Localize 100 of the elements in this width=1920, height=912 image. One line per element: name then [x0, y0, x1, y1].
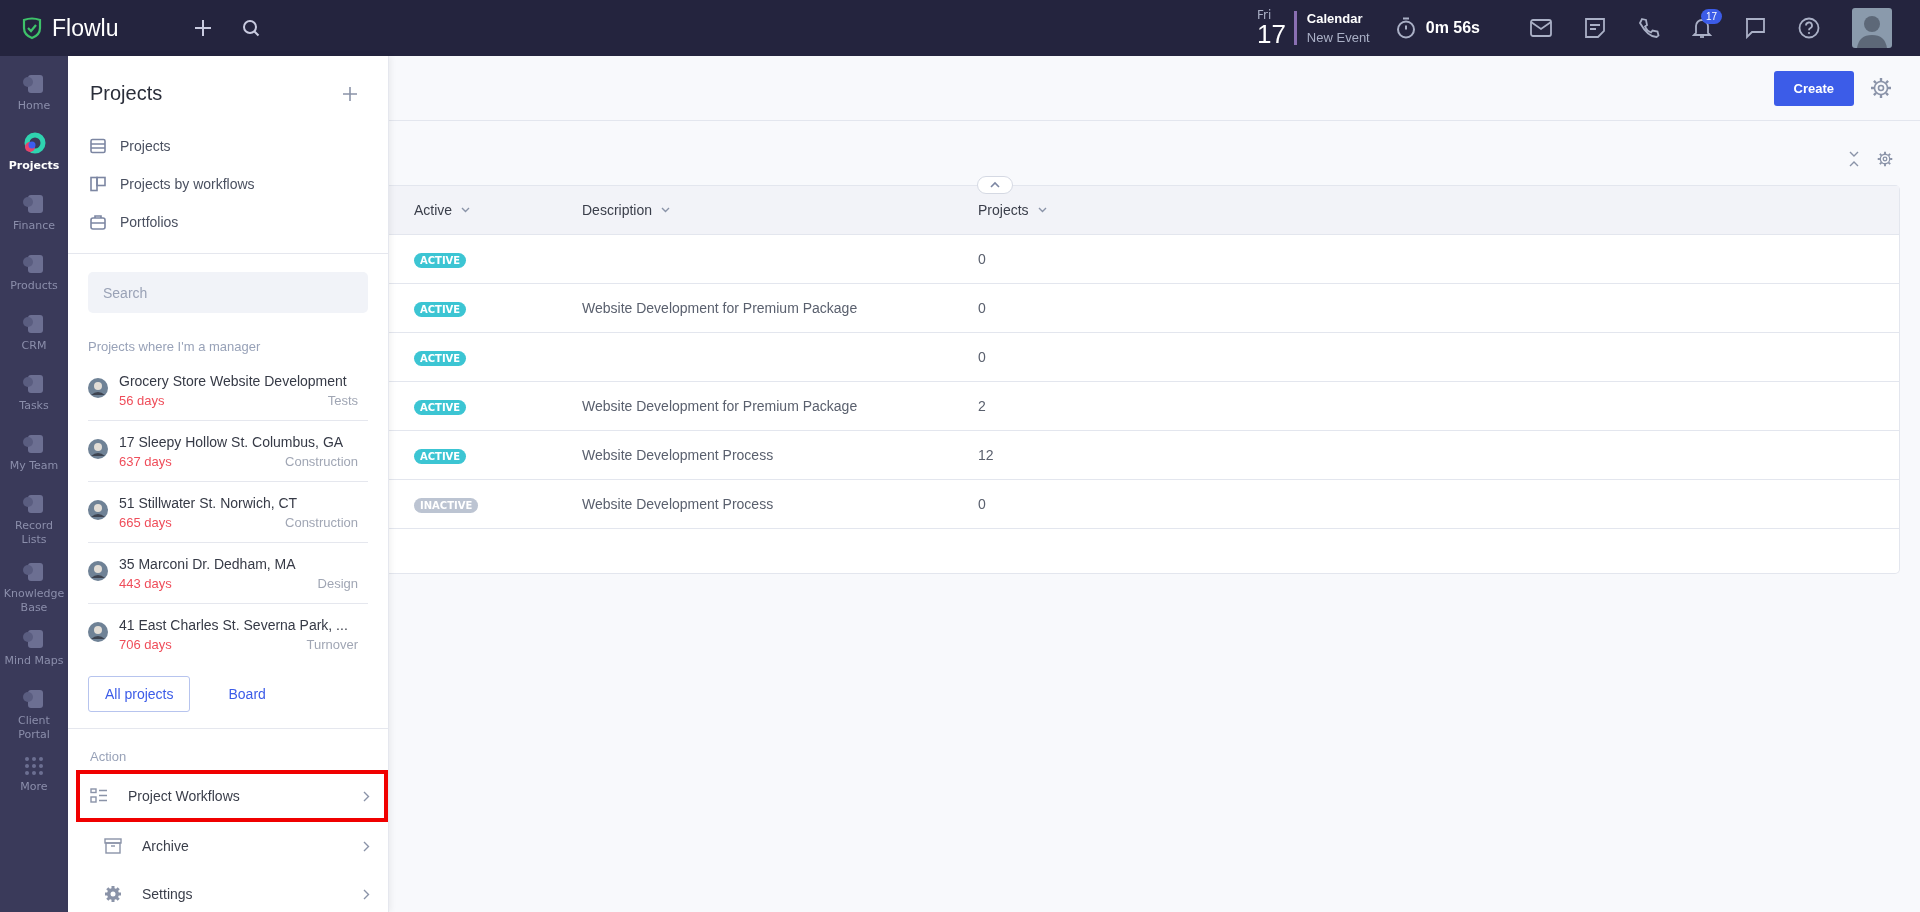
avatar-silhouette — [88, 622, 108, 642]
project-stage: Construction — [285, 453, 358, 469]
table-cell: Website Development for Premium Package — [582, 398, 858, 414]
project-stage: Design — [317, 575, 358, 591]
table-cell: 0 — [978, 349, 986, 365]
project-list-item[interactable]: 51 Stillwater St. Norwich, CT 665 days Construction — [88, 482, 368, 543]
plus-icon[interactable] — [194, 19, 213, 37]
table-cell: 0 — [978, 496, 986, 512]
section-label: Projects where I'm a manager — [88, 339, 262, 354]
timer-value: 0m 56s — [1425, 19, 1480, 37]
ring-icon — [22, 132, 46, 156]
project-duration: 56 days — [119, 392, 165, 408]
settings-icon — [104, 885, 122, 903]
status-badge: ACTIVE — [414, 253, 467, 268]
new-event-link[interactable]: New Event — [1306, 30, 1370, 45]
project-list-item[interactable]: 35 Marconi Dr. Dedham, MA 443 days Design — [88, 543, 368, 604]
status-badge: INACTIVE — [414, 498, 479, 513]
project-list-item[interactable]: 17 Sleepy Hollow St. Columbus, GA 637 days Construction — [88, 421, 368, 482]
avatar-silhouette — [88, 439, 108, 459]
column-header[interactable]: Projects — [978, 202, 1899, 218]
section-label: Action — [90, 749, 128, 764]
column-header[interactable]: Description — [582, 202, 978, 218]
help-icon[interactable] — [1798, 17, 1820, 39]
table-cell: 0 — [978, 300, 986, 316]
status-badge: ACTIVE — [414, 302, 467, 317]
chat-icon[interactable] — [1744, 17, 1766, 39]
action-item[interactable]: Archive — [88, 822, 388, 870]
column-header[interactable]: Active — [389, 202, 582, 218]
project-list-item[interactable]: Grocery Store Website Development 56 days Tests — [88, 360, 368, 421]
avatar-silhouette — [88, 500, 108, 520]
grid-dots-icon — [23, 754, 45, 777]
avatar-silhouette — [88, 378, 108, 398]
module-nav-item[interactable]: Projects — [0, 126, 68, 186]
status-badge: ACTIVE — [414, 449, 467, 464]
view-link[interactable]: Projects by workflows — [90, 165, 366, 203]
module-icon — [22, 312, 46, 336]
action-item[interactable]: Project Workflows — [76, 770, 388, 822]
project-duration: 665 days — [119, 514, 172, 530]
columns-icon — [90, 176, 106, 192]
note-icon[interactable] — [1584, 17, 1606, 39]
briefcase-icon — [90, 214, 106, 230]
module-nav-item[interactable]: More — [0, 748, 68, 809]
project-name: 41 East Charles St. Severna Park, ... — [119, 616, 349, 633]
status-badge: ACTIVE — [414, 351, 467, 366]
all-projects-button[interactable]: All projects — [88, 676, 191, 712]
day-number: 17 — [1256, 21, 1286, 47]
project-duration: 706 days — [119, 636, 172, 652]
module-icon — [22, 252, 46, 276]
chevron-right-icon — [363, 840, 370, 852]
panel-title: Projects — [90, 82, 163, 105]
project-stage: Tests — [327, 392, 358, 408]
checklist-icon — [90, 788, 108, 804]
project-list-item[interactable]: 41 East Charles St. Severna Park, ... 706 days Turnover — [88, 604, 368, 664]
search-icon[interactable] — [242, 19, 261, 37]
project-duration: 443 days — [119, 575, 172, 591]
status-badge: ACTIVE — [414, 400, 467, 415]
settings-icon[interactable] — [1877, 151, 1893, 167]
table-cell: 12 — [978, 447, 994, 463]
project-stage: Construction — [285, 514, 358, 530]
module-icon — [22, 492, 46, 516]
create-button[interactable]: Create — [1773, 70, 1854, 106]
project-name: 51 Stillwater St. Norwich, CT — [119, 494, 299, 511]
shield-check-icon — [20, 16, 44, 40]
project-name: Grocery Store Website Development — [119, 372, 348, 389]
search-field[interactable]: Search — [88, 272, 368, 313]
caret-icon — [661, 207, 671, 213]
table-cell: 2 — [978, 398, 986, 414]
envelope-icon[interactable] — [1530, 19, 1552, 37]
table-cell: Website Development Process — [582, 447, 774, 463]
notification-count: 17 — [1701, 9, 1723, 24]
calendar-widget[interactable]: Calendar New Event — [1293, 11, 1370, 45]
avatar-silhouette — [88, 561, 108, 581]
chevron-right-icon — [363, 790, 370, 802]
app-logo[interactable]: Flowlu — [52, 14, 119, 42]
phone-icon[interactable] — [1638, 17, 1660, 39]
module-icon — [22, 372, 46, 396]
weekday-label: Fri — [1256, 9, 1272, 21]
caret-icon — [1037, 207, 1047, 213]
module-icon — [22, 432, 46, 456]
settings-icon[interactable] — [1870, 77, 1892, 99]
action-item[interactable]: Settings — [88, 870, 388, 912]
caret-icon — [461, 207, 471, 213]
archive-box-icon — [104, 838, 122, 854]
table-cell: 0 — [978, 251, 986, 267]
project-duration: 637 days — [119, 453, 172, 469]
project-name: 35 Marconi Dr. Dedham, MA — [119, 555, 297, 572]
view-link[interactable]: Projects — [90, 127, 366, 165]
calendar-title[interactable]: Calendar — [1306, 11, 1370, 26]
view-link[interactable]: Portfolios — [90, 203, 366, 241]
table-cell: Website Development for Premium Package — [582, 300, 858, 316]
project-stage: Turnover — [306, 636, 358, 652]
table-cell: Website Development Process — [582, 496, 774, 512]
module-icon — [22, 192, 46, 216]
module-icon — [22, 72, 46, 96]
project-name: 17 Sleepy Hollow St. Columbus, GA — [119, 433, 345, 450]
collapse-icon[interactable] — [1849, 151, 1859, 167]
module-nav-item[interactable]: Client Portal — [0, 681, 68, 749]
stopwatch-icon[interactable] — [1395, 17, 1416, 39]
chevron-right-icon — [363, 888, 370, 900]
list-icon — [90, 138, 106, 154]
